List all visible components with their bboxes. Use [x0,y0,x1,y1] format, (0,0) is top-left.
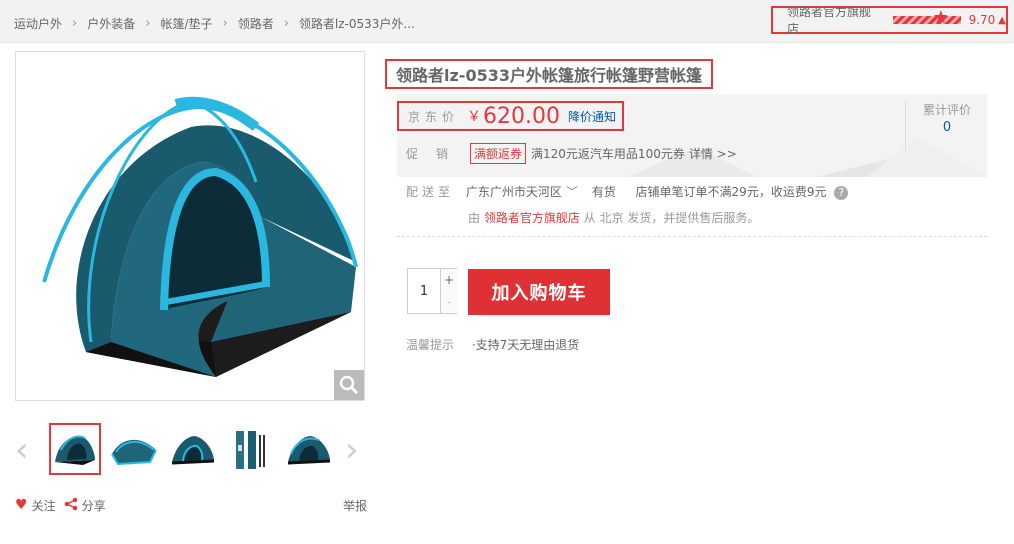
tips-item: ·支持7天无理由退货 [471,338,580,352]
promo-text: 满120元返汽车用品100元券 [531,146,685,161]
decrement-button[interactable]: - [440,291,457,313]
chevron-right-icon: › [283,15,289,31]
quantity-stepper[interactable]: 1 + - [407,268,457,314]
ship-prefix: 由 [468,211,481,225]
delivery-label: 配送至 [406,185,455,199]
star-icon: ★ [932,7,949,28]
heart-icon[interactable]: ♥ [15,497,28,513]
product-title-box: 领路者lz-0533户外帐篷旅行帐篷野营帐篷 [385,59,713,89]
add-to-cart-button[interactable]: 加入购物车 [468,269,610,315]
chevron-left-icon[interactable]: ‹ [15,433,29,467]
price-box: 京东价 ￥ 620.00 降价通知 [397,101,624,131]
follow-link[interactable]: 关注 [32,497,56,514]
stock-status: 有货 [591,185,616,199]
currency-symbol: ￥ [467,109,482,125]
thumbnail[interactable] [283,423,335,475]
ship-from-line: 由 领路者官方旗舰店 从 北京 发货，并提供售后服务。 [468,209,759,226]
top-bar: 运动户外 › 户外装备 › 帐篷/垫子 › 领路者 › 领路者lz-0533户外... … [0,0,1014,43]
ship-suffix: 从 北京 发货，并提供售后服务。 [583,211,760,225]
tips-label: 温馨提示 [406,338,455,352]
breadcrumb-item[interactable]: 户外装备 [87,15,135,32]
promotion-row: 促销 满额返券 满120元返汽车用品100元券 详情 >> [406,142,737,164]
review-label: 累计评价 [922,103,971,117]
divider [397,236,987,237]
promo-tag: 满额返券 [470,142,527,164]
promo-details-link[interactable]: 详情 >> [689,145,737,162]
product-title: 领路者lz-0533户外帐篷旅行帐篷野营帐篷 [396,66,702,85]
thumbnail[interactable] [226,423,278,475]
store-rating-box[interactable]: 领路者官方旗舰店 ★ 9.70 ▲ [771,3,1008,37]
thumbnail-strip: ‹ › [15,423,367,478]
zoom-icon[interactable] [334,370,364,400]
review-summary[interactable]: 累计评价 0 [905,101,988,151]
breadcrumb-item[interactable]: 领路者 [238,15,274,32]
store-name[interactable]: 领路者官方旗舰店 [787,3,883,37]
chevron-down-icon[interactable]: ﹀ [566,185,578,199]
thumbnail[interactable] [49,423,101,475]
report-link[interactable]: 举报 [343,497,367,514]
shipping-fee-text: 店铺单笔订单不满29元，收运费9元 [635,185,827,199]
price-label: 京东价 [408,109,460,124]
thumbnail[interactable] [108,423,160,475]
chevron-right-icon[interactable]: › [345,433,359,467]
delivery-row: 配送至 广东广州市天河区 ﹀ 有货 店铺单笔订单不满29元，收运费9元 ? [406,183,849,200]
breadcrumb-item[interactable]: 运动户外 [14,15,62,32]
tent-image [42,96,358,377]
ship-store-link[interactable]: 领路者官方旗舰店 [484,211,580,225]
breadcrumb-item-current: 领路者lz-0533户外... [298,16,415,31]
quantity-input[interactable]: 1 [408,269,440,313]
chevron-right-icon: › [72,15,78,31]
chevron-right-icon: › [145,15,151,31]
review-count[interactable]: 0 [906,120,988,135]
store-rating-bar: ★ [892,9,961,27]
breadcrumb: 运动户外 › 户外装备 › 帐篷/垫子 › 领路者 › 领路者lz-0533户外... [14,14,415,32]
share-icon[interactable] [64,497,78,514]
chevron-right-icon: › [222,15,228,31]
product-actions: ♥ 关注 分享 举报 [15,496,367,514]
store-score: 9.70 [968,13,996,27]
thumbnail[interactable] [167,423,219,475]
increment-button[interactable]: + [440,269,457,292]
breadcrumb-item[interactable]: 帐篷/垫子 [160,15,212,32]
help-icon[interactable]: ? [834,186,849,200]
arrow-up-icon: ▲ [998,14,1006,26]
delivery-region-select[interactable]: 广东广州市天河区 [466,185,562,199]
price-notify-link[interactable]: 降价通知 [568,108,616,125]
tips-row: 温馨提示 ·支持7天无理由退货 [406,336,579,353]
share-link[interactable]: 分享 [82,497,106,514]
price-value: 620.00 [483,103,560,129]
main-product-image[interactable] [15,51,365,401]
promo-label: 促销 [406,146,467,161]
